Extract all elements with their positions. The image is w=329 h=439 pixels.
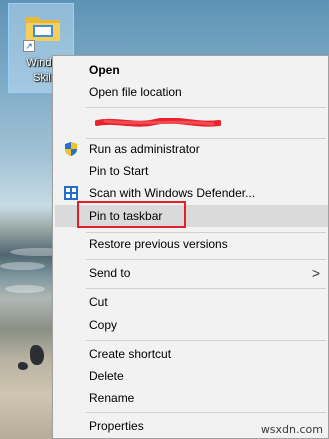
menu-item-copy-label: Copy — [89, 318, 118, 332]
menu-item-run-as-admin[interactable]: Run as administrator — [55, 138, 328, 160]
menu-separator — [86, 288, 326, 289]
menu-item-create-shortcut[interactable]: Create shortcut — [55, 343, 328, 365]
menu-item-delete[interactable]: Delete — [55, 365, 328, 387]
menu-item-restore-versions[interactable]: Restore previous versions — [55, 233, 328, 255]
annotation-highlight-box — [77, 201, 186, 228]
redaction-scribble — [95, 118, 221, 127]
menu-item-delete-label: Delete — [89, 369, 124, 383]
context-menu: Open Open file location Run as administr… — [52, 55, 329, 439]
menu-item-run-as-admin-label: Run as administrator — [89, 142, 200, 156]
menu-item-pin-to-start[interactable]: Pin to Start — [55, 160, 328, 182]
menu-separator — [86, 107, 326, 108]
uac-shield-icon — [65, 142, 77, 156]
watermark-text: wsxdn.com — [260, 423, 323, 436]
menu-item-rename-label: Rename — [89, 391, 135, 405]
menu-item-cut[interactable]: Cut — [55, 291, 328, 313]
menu-item-send-to[interactable]: Send to > — [55, 262, 328, 284]
menu-item-redacted[interactable] — [55, 112, 328, 134]
menu-item-create-shortcut-label: Create shortcut — [89, 347, 172, 361]
menu-item-copy[interactable]: Copy — [55, 314, 328, 336]
shortcut-arrow-icon: ↗ — [23, 40, 35, 52]
menu-item-open-file-location[interactable]: Open file location — [55, 81, 328, 103]
menu-item-open-file-location-label: Open file location — [89, 85, 182, 99]
menu-item-pin-to-start-label: Pin to Start — [89, 164, 149, 178]
menu-item-open[interactable]: Open — [55, 59, 328, 81]
menu-item-restore-versions-label: Restore previous versions — [89, 237, 228, 251]
menu-separator — [86, 259, 326, 260]
menu-separator — [86, 412, 326, 413]
menu-item-properties-label: Properties — [89, 419, 144, 433]
menu-item-send-to-label: Send to — [89, 266, 131, 280]
menu-separator — [86, 340, 326, 341]
menu-item-cut-label: Cut — [89, 295, 108, 309]
chevron-right-icon: > — [311, 265, 320, 281]
menu-item-open-label: Open — [89, 63, 120, 77]
folder-icon — [26, 17, 60, 41]
menu-item-rename[interactable]: Rename — [55, 387, 328, 409]
windows-defender-icon — [64, 186, 78, 200]
